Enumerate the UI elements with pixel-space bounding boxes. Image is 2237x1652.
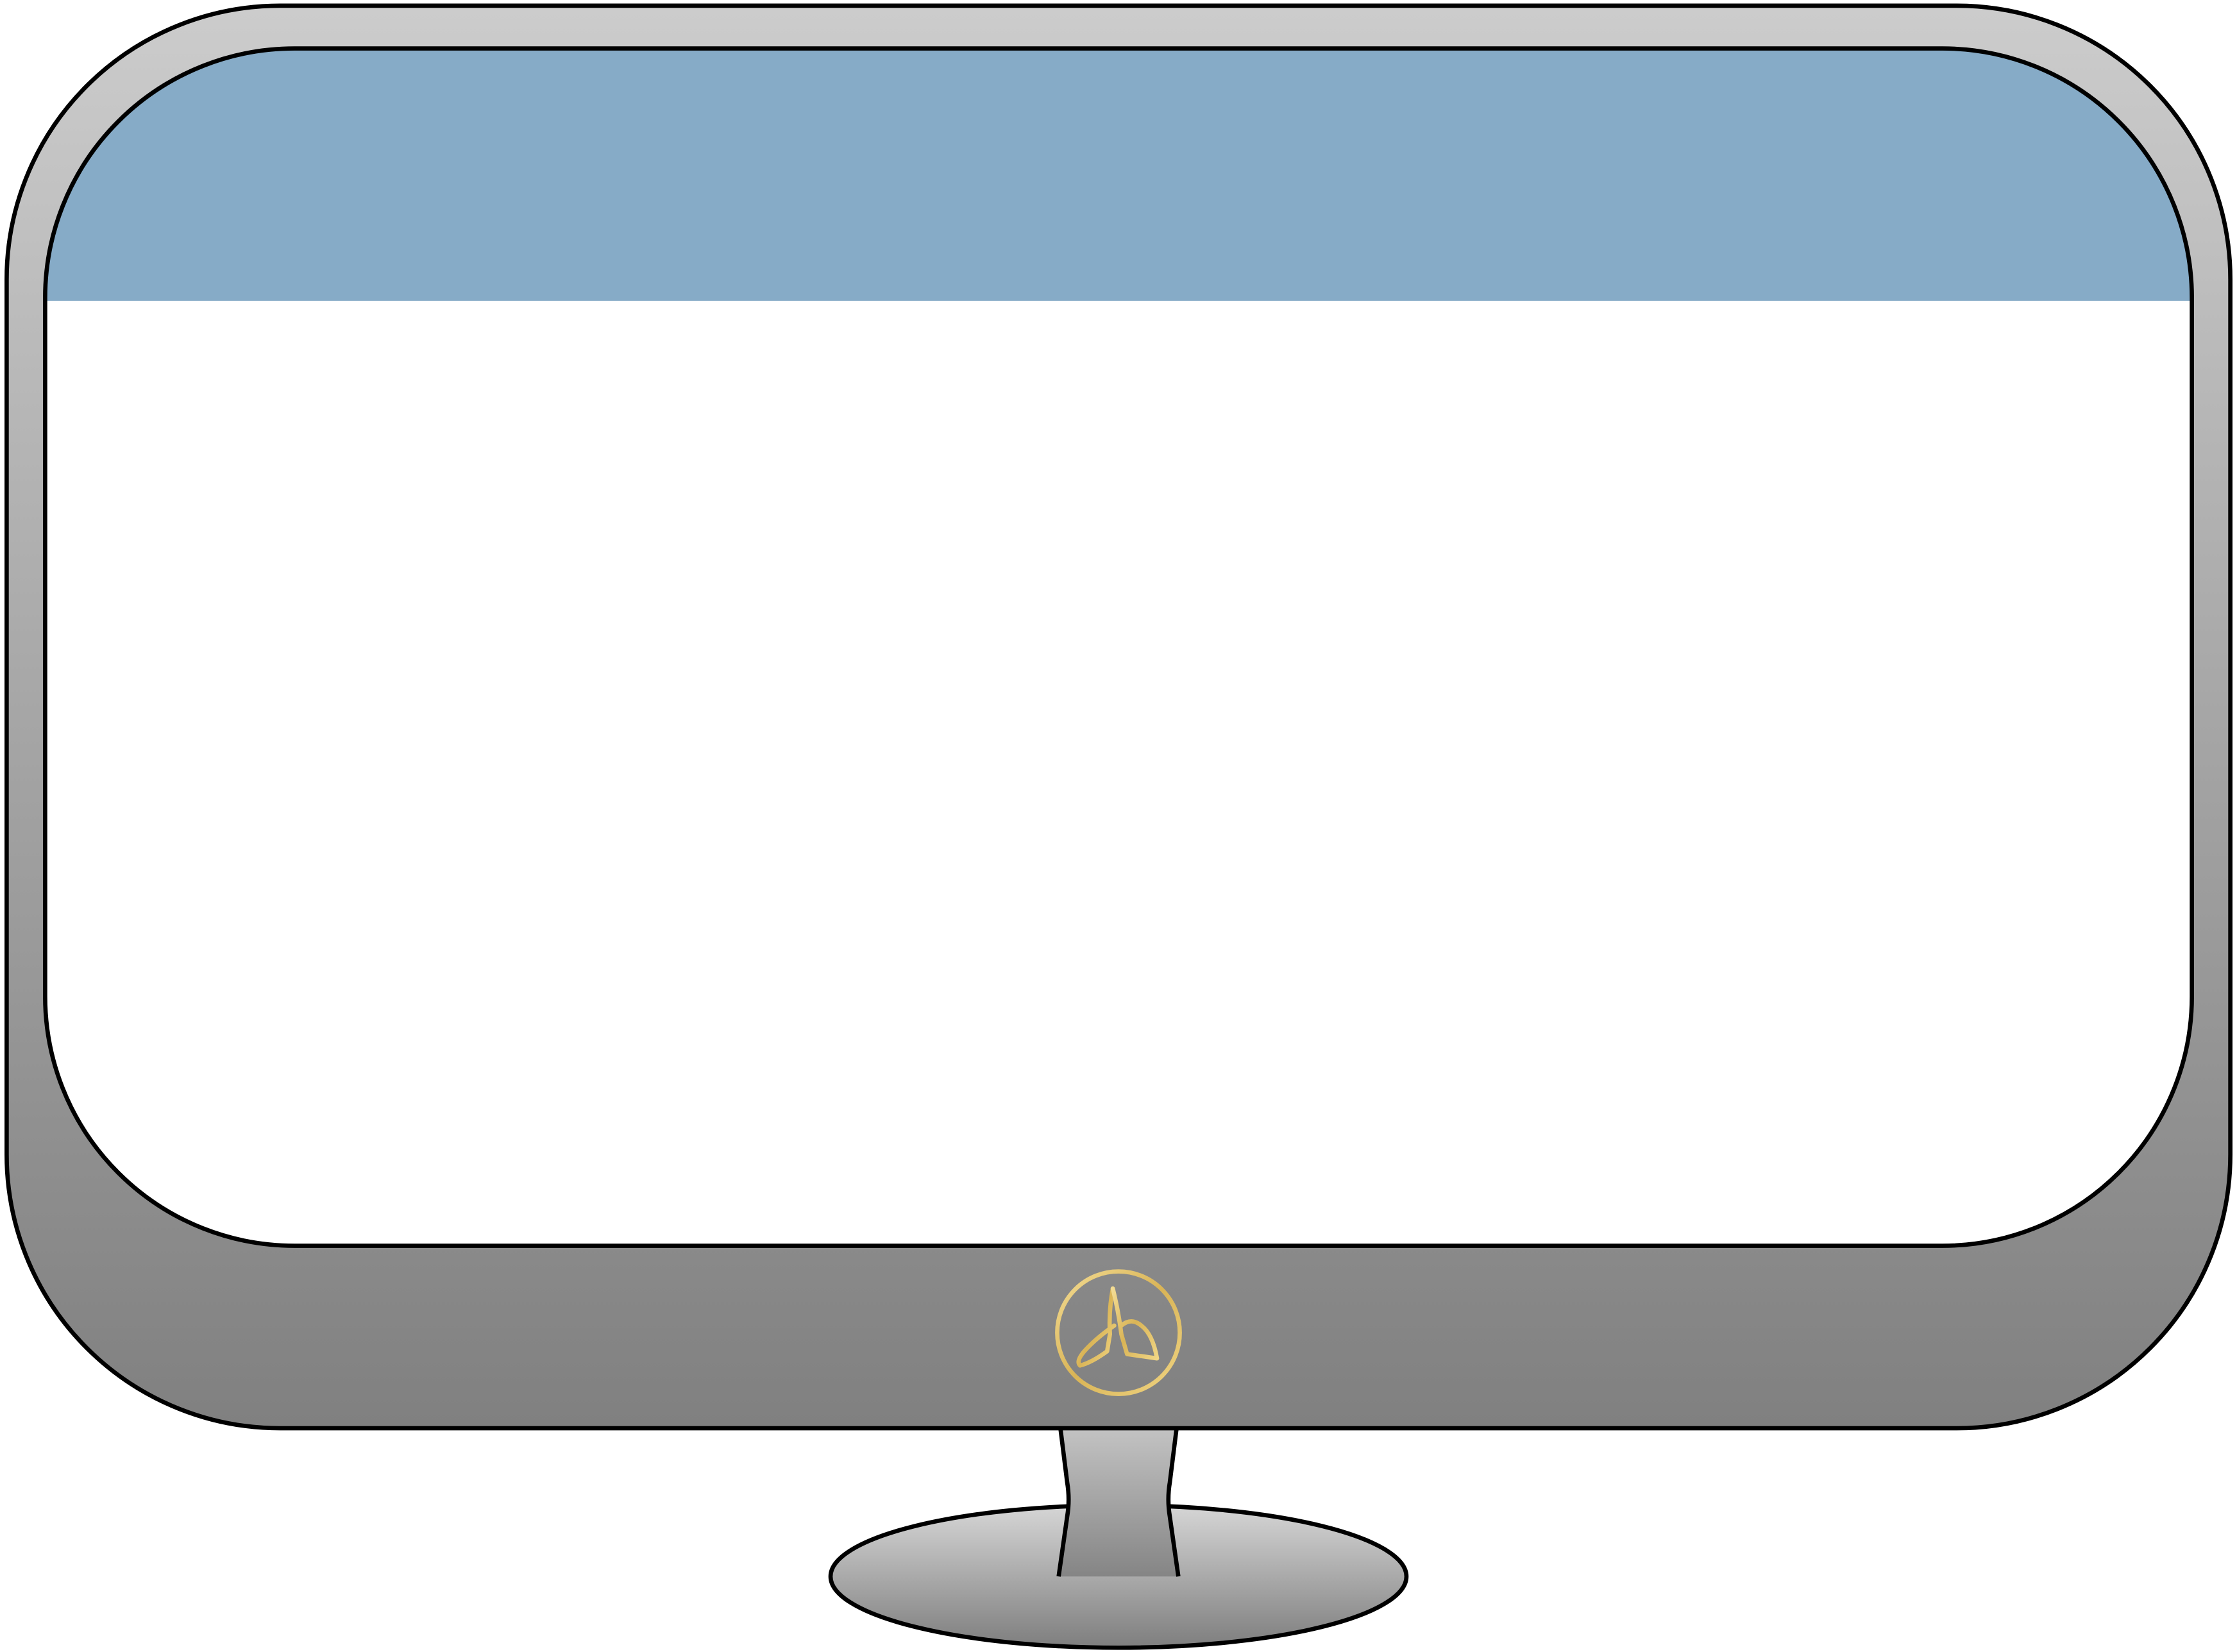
screen-header-bar bbox=[45, 48, 2192, 301]
monitor-illustration bbox=[4, 3, 2233, 1650]
stand-neck bbox=[1058, 1425, 1179, 1577]
